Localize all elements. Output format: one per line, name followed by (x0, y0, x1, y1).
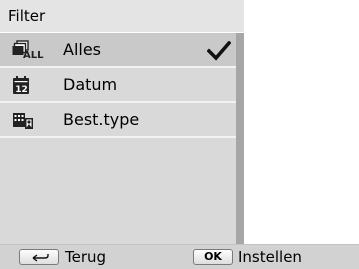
ok-button[interactable]: OK (193, 249, 233, 265)
filter-option-label: Datum (63, 75, 118, 94)
camera-menu-screen: Filter ALL Alles 12 Datum Best.type Teru… (0, 0, 359, 269)
filter-option-all[interactable]: ALL Alles (0, 33, 236, 68)
all-filter-icon: ALL (12, 40, 46, 61)
menu-title-bar: Filter (0, 0, 244, 33)
ok-key-label: OK (204, 250, 222, 263)
filter-option-date[interactable]: 12 Datum (0, 68, 236, 103)
svg-text:ALL: ALL (23, 50, 44, 60)
back-button[interactable] (19, 249, 59, 265)
svg-text:12: 12 (15, 85, 28, 95)
filter-option-label: Alles (63, 40, 102, 59)
return-arrow-icon (20, 250, 58, 269)
page-title: Filter (8, 7, 46, 25)
menu-scrollbar[interactable] (236, 33, 244, 244)
filter-option-label: Best.type (63, 110, 140, 129)
button-guide-bar: Terug OK Instellen (0, 244, 359, 269)
filter-menu-panel: Filter ALL Alles 12 Datum Best.type (0, 0, 244, 244)
checkmark-icon (206, 40, 232, 61)
back-label: Terug (65, 248, 107, 266)
ok-label: Instellen (238, 248, 302, 266)
filter-option-file-type[interactable]: Best.type (0, 103, 236, 138)
filter-options-list: ALL Alles 12 Datum Best.type (0, 33, 236, 244)
calendar-date-icon: 12 (12, 75, 46, 95)
file-type-icon (12, 110, 46, 130)
